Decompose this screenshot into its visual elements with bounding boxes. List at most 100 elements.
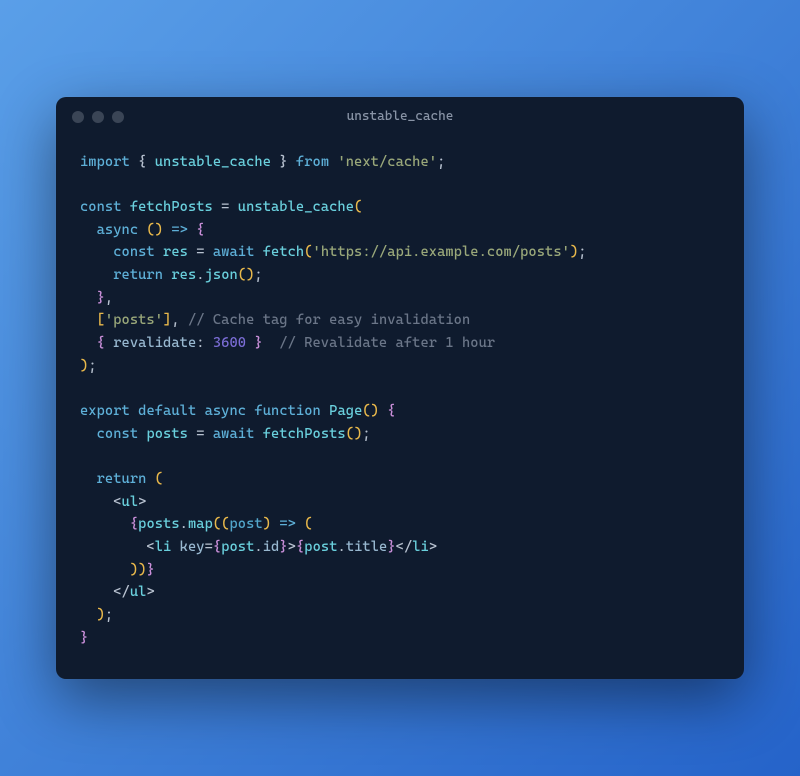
code-token: { — [196, 222, 204, 238]
code-token — [80, 516, 130, 532]
code-window: unstable_cache import { unstable_cache }… — [56, 97, 744, 680]
close-icon[interactable] — [72, 111, 84, 123]
code-token: 'https://api.example.com/posts' — [313, 244, 570, 260]
code-token — [122, 199, 130, 215]
code-token: 'posts' — [105, 312, 163, 328]
code-token: } — [246, 335, 263, 351]
code-token: { — [130, 516, 138, 532]
code-token: () — [362, 403, 379, 419]
code-token: from — [296, 154, 329, 170]
code-token: } — [146, 562, 154, 578]
code-token: ; — [254, 267, 262, 283]
code-token: , — [105, 290, 113, 306]
code-token: key — [180, 539, 205, 555]
code-token: => — [279, 516, 296, 532]
code-token — [80, 562, 130, 578]
code-token: // Cache tag for easy invalidation — [188, 312, 470, 328]
code-token: fetch — [263, 244, 305, 260]
code-token: () — [346, 426, 363, 442]
code-token — [254, 244, 262, 260]
code-token: async — [97, 222, 139, 238]
code-token: posts — [146, 426, 188, 442]
code-token: ( — [304, 244, 312, 260]
code-token: res — [171, 267, 196, 283]
code-token: const — [80, 199, 122, 215]
code-token: = — [205, 539, 213, 555]
code-token: </ — [396, 539, 413, 555]
code-token: > — [288, 539, 296, 555]
code-token: map — [188, 516, 213, 532]
code-token — [80, 335, 97, 351]
code-token — [321, 403, 329, 419]
maximize-icon[interactable] — [112, 111, 124, 123]
code-token — [80, 222, 97, 238]
code-token: => — [171, 222, 188, 238]
code-token: { — [387, 403, 395, 419]
code-token: import — [80, 154, 130, 170]
code-token: unstable_cache — [238, 199, 354, 215]
code-token — [80, 426, 97, 442]
code-token: } — [279, 539, 287, 555]
code-token: ul — [122, 494, 139, 510]
code-token: (( — [213, 516, 230, 532]
code-token — [80, 607, 97, 623]
code-token: const — [113, 244, 155, 260]
code-token: () — [146, 222, 163, 238]
code-token: > — [429, 539, 437, 555]
code-token: ; — [578, 244, 586, 260]
code-token — [80, 244, 113, 260]
code-token: post — [230, 516, 263, 532]
code-token: } — [271, 154, 296, 170]
code-token: < — [80, 539, 155, 555]
window-title: unstable_cache — [56, 109, 744, 124]
code-token: ; — [105, 607, 113, 623]
traffic-lights — [72, 111, 124, 123]
code-token: > — [146, 584, 154, 600]
code-token: post — [221, 539, 254, 555]
code-token: . — [338, 539, 346, 555]
code-token: > — [138, 494, 146, 510]
code-token: { — [97, 335, 114, 351]
code-token: 'next/cache' — [337, 154, 437, 170]
code-token: revalidate — [113, 335, 196, 351]
code-token: li — [412, 539, 429, 555]
code-token — [80, 471, 97, 487]
code-token: post — [304, 539, 337, 555]
code-token: </ — [80, 584, 130, 600]
code-token: id — [263, 539, 280, 555]
code-token: () — [238, 267, 255, 283]
code-token: await — [213, 244, 255, 260]
code-token — [80, 312, 97, 328]
code-token: ul — [130, 584, 147, 600]
code-token: . — [254, 539, 262, 555]
code-token: ( — [155, 471, 163, 487]
code-token: = — [188, 426, 213, 442]
code-token: . — [196, 267, 204, 283]
code-token: < — [80, 494, 122, 510]
code-token — [80, 267, 113, 283]
code-token: fetchPosts — [263, 426, 346, 442]
code-token — [196, 403, 204, 419]
code-token: fetchPosts — [130, 199, 213, 215]
code-token: ; — [88, 358, 96, 374]
code-token: : — [196, 335, 213, 351]
code-block: import { unstable_cache } from 'next/cac… — [56, 137, 744, 680]
code-token: { — [130, 154, 155, 170]
code-token: default — [138, 403, 196, 419]
titlebar: unstable_cache — [56, 97, 744, 137]
code-token: [ — [97, 312, 105, 328]
code-token: = — [213, 199, 238, 215]
code-token: ; — [362, 426, 370, 442]
code-token: 3600 — [213, 335, 246, 351]
code-token: ; — [437, 154, 445, 170]
code-token: Page — [329, 403, 362, 419]
code-token: export — [80, 403, 130, 419]
code-token: async — [205, 403, 247, 419]
minimize-icon[interactable] — [92, 111, 104, 123]
code-token: // Revalidate after 1 hour — [279, 335, 495, 351]
code-token: ( — [354, 199, 362, 215]
code-token — [130, 403, 138, 419]
code-token: . — [180, 516, 188, 532]
code-token — [146, 471, 154, 487]
code-token: li — [155, 539, 172, 555]
